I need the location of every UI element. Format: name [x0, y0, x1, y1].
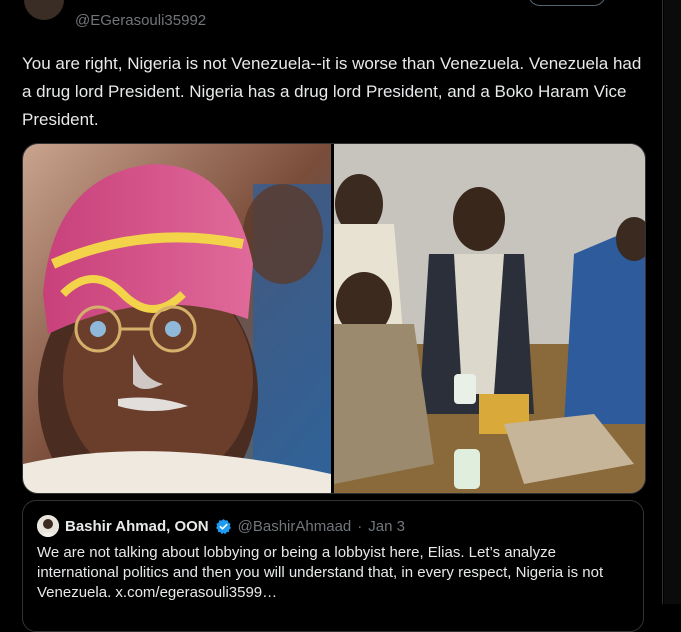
post-header: @EGerasouli35992: [0, 0, 662, 40]
scrollbar-track[interactable]: [664, 0, 681, 604]
author-avatar[interactable]: [24, 0, 64, 20]
verified-badge-icon: [215, 518, 231, 534]
meta-separator: ·: [357, 517, 363, 535]
group-photo-icon: [334, 144, 645, 493]
quoted-author-avatar[interactable]: [37, 515, 59, 537]
media-image-left[interactable]: [23, 144, 331, 493]
quoted-author-name[interactable]: Bashir Ahmad, OON: [65, 518, 209, 535]
quoted-post-header: Bashir Ahmad, OON @BashirAhmaad · Jan 3: [37, 515, 405, 537]
media-image-right[interactable]: [334, 144, 645, 493]
window-divider: [662, 0, 663, 604]
quoted-post-date[interactable]: Jan 3: [368, 518, 405, 535]
portrait-photo-icon: [23, 144, 331, 493]
post-text: You are right, Nigeria is not Venezuela-…: [22, 54, 642, 129]
follow-button[interactable]: [528, 0, 606, 6]
quoted-post-text: We are not talking about lobbying or bei…: [37, 544, 604, 601]
quoted-author-handle[interactable]: @BashirAhmaad: [238, 518, 352, 535]
quoted-post[interactable]: Bashir Ahmad, OON @BashirAhmaad · Jan 3 …: [22, 500, 644, 632]
author-handle[interactable]: @EGerasouli35992: [75, 12, 206, 29]
post-media[interactable]: [22, 143, 646, 494]
person-avatar-icon: [37, 515, 59, 537]
